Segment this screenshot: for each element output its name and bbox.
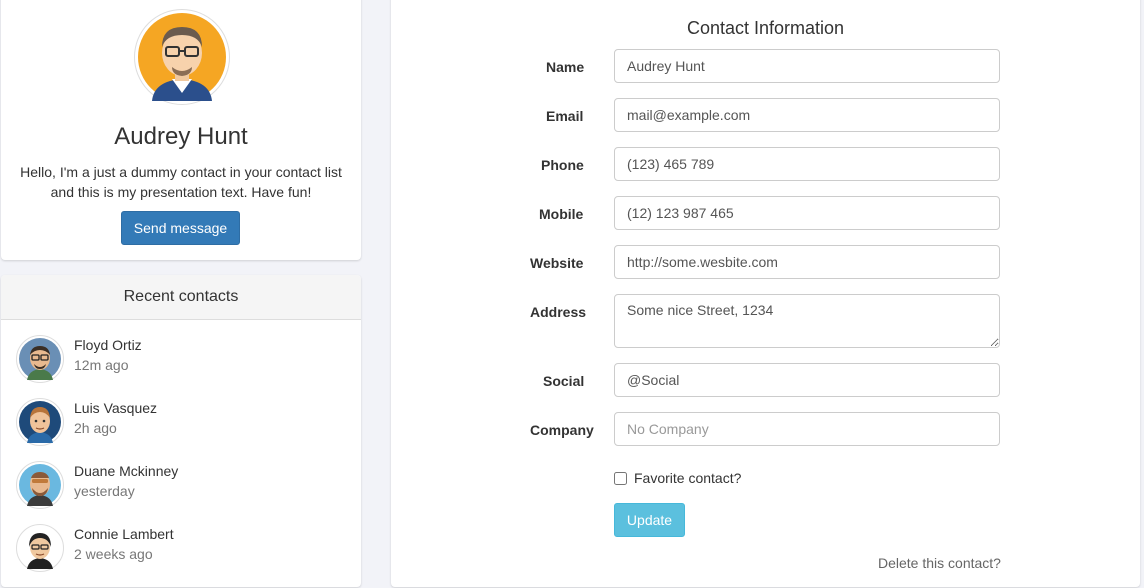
phone-input[interactable] (614, 147, 1000, 181)
contact-name: Connie Lambert (74, 526, 174, 542)
website-label: Website (530, 255, 584, 271)
send-message-button[interactable]: Send message (121, 211, 240, 245)
contact-time: 2 weeks ago (74, 546, 153, 562)
contact-avatar (16, 524, 64, 572)
avatar-beard-icon (19, 464, 61, 506)
contact-avatar (16, 335, 64, 383)
profile-avatar (134, 9, 230, 105)
contact-time: yesterday (74, 483, 135, 499)
male-avatar-glasses-icon (138, 13, 226, 101)
recent-contacts-title: Recent contacts (1, 275, 361, 320)
contact-time: 12m ago (74, 357, 129, 373)
social-input[interactable] (614, 363, 1000, 397)
profile-description: Hello, I'm a just a dummy contact in you… (20, 164, 342, 200)
contact-time: 2h ago (74, 420, 117, 436)
profile-card: Audrey Hunt Hello, I'm a just a dummy co… (1, 0, 361, 260)
avatar-dark-hair-icon (19, 527, 61, 569)
profile-name: Audrey Hunt (114, 123, 248, 150)
website-input[interactable] (614, 245, 1000, 279)
list-item[interactable]: Floyd Ortiz 12m ago (16, 335, 336, 385)
social-label: Social (543, 373, 585, 389)
name-input[interactable] (614, 49, 1000, 83)
contact-form-card: Contact Information Name Email Phone Mob… (391, 0, 1140, 587)
form-title: Contact Information (686, 18, 845, 38)
company-label: Company (530, 422, 594, 438)
favorite-contact-checkbox-wrapper[interactable]: Favorite contact? (614, 470, 741, 486)
contact-name: Luis Vasquez (74, 400, 158, 416)
update-button[interactable]: Update (614, 503, 685, 537)
mobile-label: Mobile (539, 206, 584, 222)
company-input[interactable] (614, 412, 1000, 446)
list-item[interactable]: Duane Mckinney yesterday (16, 461, 336, 511)
delete-contact-link[interactable]: Delete this contact? (878, 555, 1001, 571)
contact-avatar (16, 398, 64, 446)
name-label: Name (546, 59, 585, 75)
phone-label: Phone (541, 157, 584, 173)
contact-avatar (16, 461, 64, 509)
address-textarea[interactable]: Some nice Street, 1234 (614, 294, 1000, 348)
recent-contacts-card: Recent contacts Floyd Ortiz 12m ago Luis… (1, 275, 361, 587)
avatar-glasses-icon (19, 338, 61, 380)
list-item[interactable]: Luis Vasquez 2h ago (16, 398, 336, 448)
mobile-input[interactable] (614, 196, 1000, 230)
favorite-contact-label: Favorite contact? (634, 470, 742, 486)
email-input[interactable] (614, 98, 1000, 132)
contact-name: Floyd Ortiz (74, 337, 142, 353)
contact-name: Duane Mckinney (74, 463, 179, 479)
favorite-contact-checkbox[interactable] (614, 471, 627, 485)
list-item[interactable]: Connie Lambert 2 weeks ago (16, 524, 336, 574)
email-label: Email (546, 108, 584, 124)
address-label: Address (530, 304, 587, 320)
avatar-headphones-icon (19, 401, 61, 443)
